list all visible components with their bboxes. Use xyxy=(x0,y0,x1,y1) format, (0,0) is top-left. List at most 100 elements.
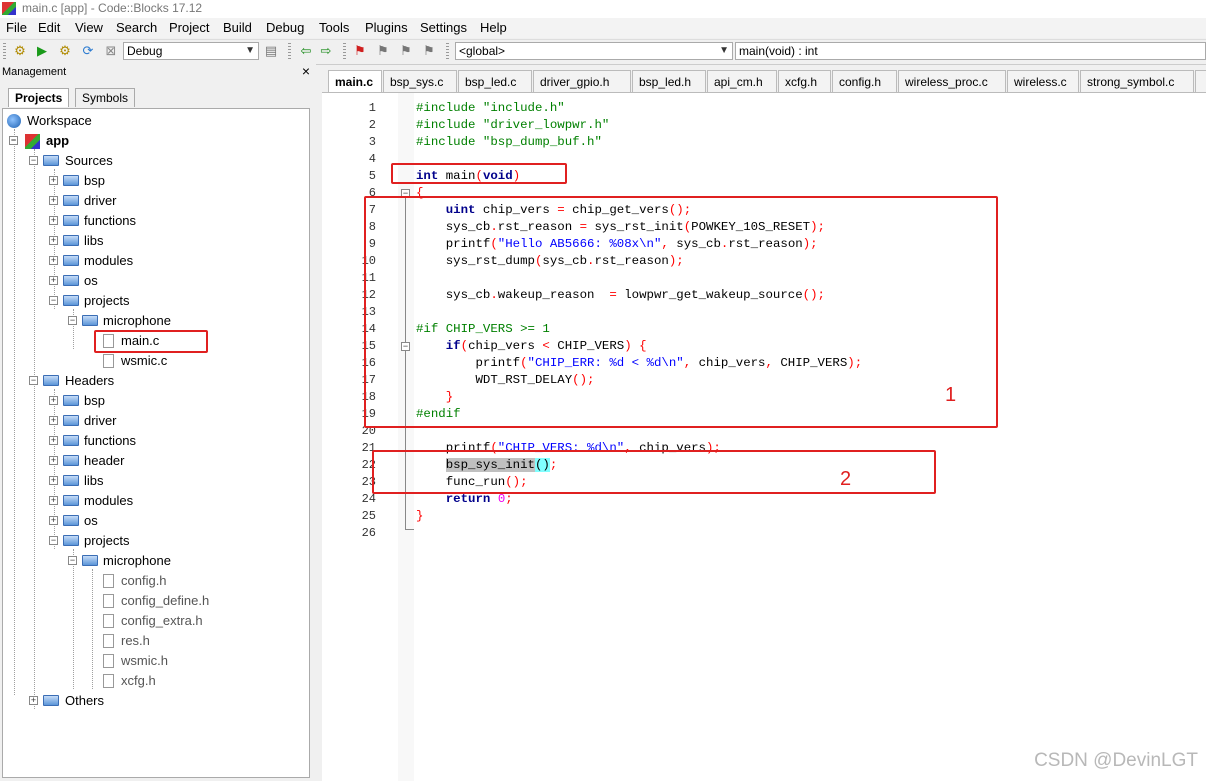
scope-value: <global> xyxy=(459,44,506,58)
file-icon xyxy=(103,634,114,648)
expand-icon[interactable]: + xyxy=(49,496,58,505)
file-tab[interactable]: strong_symbol.c xyxy=(1080,70,1194,92)
build-and-run-icon[interactable]: ⚙ xyxy=(57,43,73,59)
code-line: #include "bsp_dump_buf.h" xyxy=(416,135,602,149)
expand-icon[interactable]: + xyxy=(49,516,58,525)
expand-icon[interactable]: + xyxy=(49,436,58,445)
highlight-box-main-signature xyxy=(391,163,567,184)
folder-icon xyxy=(63,495,79,506)
abort-icon[interactable]: ⊠ xyxy=(103,43,119,59)
file-tab[interactable]: driver_gpio.h xyxy=(533,70,631,92)
file-icon xyxy=(103,354,114,368)
collapse-icon[interactable]: − xyxy=(68,556,77,565)
file-tab[interactable]: config.h xyxy=(832,70,897,92)
clear-bookmarks-icon[interactable]: ⚑ xyxy=(421,43,437,59)
folder-icon xyxy=(63,435,79,446)
project-icon xyxy=(25,134,40,149)
folder-open-icon xyxy=(43,155,59,166)
chevron-down-icon: ▼ xyxy=(719,45,729,56)
line-number: 1 xyxy=(368,101,376,115)
expand-icon[interactable]: + xyxy=(49,416,58,425)
bookmark-flag-icon[interactable]: ⚑ xyxy=(352,43,368,59)
code-line: } xyxy=(416,509,424,523)
highlight-box-main-c xyxy=(94,330,208,353)
folder-icon xyxy=(63,175,79,186)
file-tab[interactable]: bsp_led.c xyxy=(458,70,532,92)
line-number: 23 xyxy=(361,475,376,489)
menu-settings[interactable]: Settings xyxy=(420,20,467,35)
build-gear-icon[interactable]: ⚙ xyxy=(12,43,28,59)
tab-symbols[interactable]: Symbols xyxy=(75,88,136,107)
collapse-icon[interactable]: − xyxy=(68,316,77,325)
collapse-icon[interactable]: − xyxy=(29,156,38,165)
highlight-box-2 xyxy=(372,450,936,494)
scope-select[interactable]: <global> ▼ xyxy=(455,42,733,60)
collapse-icon[interactable]: − xyxy=(49,536,58,545)
build-target-select[interactable]: Debug ▼ xyxy=(123,42,259,60)
menu-plugins[interactable]: Plugins xyxy=(365,20,408,35)
expand-icon[interactable]: + xyxy=(29,696,38,705)
rebuild-icon[interactable]: ⟳ xyxy=(80,43,96,59)
menu-tools[interactable]: Tools xyxy=(319,20,349,35)
expand-icon[interactable]: + xyxy=(49,236,58,245)
watermark: CSDN @DevinLGT xyxy=(1034,750,1198,771)
management-title: Management xyxy=(2,66,67,78)
menu-file[interactable]: File xyxy=(6,20,27,35)
run-icon[interactable]: ▶ xyxy=(34,43,50,59)
file-tab[interactable]: api_cm.h xyxy=(707,70,777,92)
menu-bar: File Edit View Search Project Build Debu… xyxy=(0,18,1206,38)
file-tab-overflow[interactable] xyxy=(1195,70,1206,92)
annotation-label-1: 1 xyxy=(945,384,957,406)
expand-icon[interactable]: + xyxy=(49,396,58,405)
line-number: 26 xyxy=(361,526,376,540)
menu-help[interactable]: Help xyxy=(480,20,507,35)
project-tree: Workspace − app − Sources + bsp + driver… xyxy=(2,108,310,778)
expand-icon[interactable]: + xyxy=(49,196,58,205)
toolbar-grip xyxy=(288,43,291,60)
function-value: main(void) : int xyxy=(739,44,818,58)
workspace-icon xyxy=(7,114,21,128)
highlight-box-1 xyxy=(364,196,998,428)
collapse-icon[interactable]: − xyxy=(49,296,58,305)
expand-icon[interactable]: + xyxy=(49,216,58,225)
target-options-icon[interactable]: ▤ xyxy=(263,43,279,59)
back-arrow-icon[interactable]: ⇦ xyxy=(298,43,314,59)
toolbar-grip xyxy=(3,43,6,60)
expand-icon[interactable]: + xyxy=(49,256,58,265)
file-tab[interactable]: main.c xyxy=(328,70,382,93)
toolbar: ⚙ ▶ ⚙ ⟳ ⊠ Debug ▼ ▤ ⇦ ⇨ ⚑ ⚑ ⚑ ⚑ <global>… xyxy=(0,39,1206,65)
forward-arrow-icon[interactable]: ⇨ xyxy=(318,43,334,59)
prev-bookmark-icon[interactable]: ⚑ xyxy=(375,43,391,59)
file-tab[interactable]: wireless_proc.c xyxy=(898,70,1006,92)
collapse-icon[interactable]: − xyxy=(29,376,38,385)
function-select[interactable]: main(void) : int xyxy=(735,42,1206,60)
line-number: 2 xyxy=(368,118,376,132)
file-tab[interactable]: xcfg.h xyxy=(778,70,831,92)
menu-search[interactable]: Search xyxy=(116,20,157,35)
file-tab[interactable]: bsp_led.h xyxy=(632,70,706,92)
management-header: Management × xyxy=(0,63,314,81)
close-icon[interactable]: × xyxy=(302,63,310,79)
tab-projects[interactable]: Projects xyxy=(8,88,70,107)
folder-icon xyxy=(63,515,79,526)
expand-icon[interactable]: + xyxy=(49,276,58,285)
expand-icon[interactable]: + xyxy=(49,456,58,465)
next-bookmark-icon[interactable]: ⚑ xyxy=(398,43,414,59)
file-tab[interactable]: bsp_sys.c xyxy=(383,70,457,92)
file-icon xyxy=(103,654,114,668)
file-icon xyxy=(103,614,114,628)
collapse-icon[interactable]: − xyxy=(9,136,18,145)
file-icon xyxy=(103,674,114,688)
annotation-label-2: 2 xyxy=(840,468,852,490)
expand-icon[interactable]: + xyxy=(49,476,58,485)
menu-view[interactable]: View xyxy=(75,20,103,35)
menu-edit[interactable]: Edit xyxy=(38,20,60,35)
menu-build[interactable]: Build xyxy=(223,20,252,35)
folder-icon xyxy=(63,395,79,406)
line-number: 4 xyxy=(368,152,376,166)
expand-icon[interactable]: + xyxy=(49,176,58,185)
menu-project[interactable]: Project xyxy=(169,20,209,35)
window-title: main.c [app] - Code::Blocks 17.12 xyxy=(22,1,203,15)
menu-debug[interactable]: Debug xyxy=(266,20,304,35)
file-tab[interactable]: wireless.c xyxy=(1007,70,1079,92)
